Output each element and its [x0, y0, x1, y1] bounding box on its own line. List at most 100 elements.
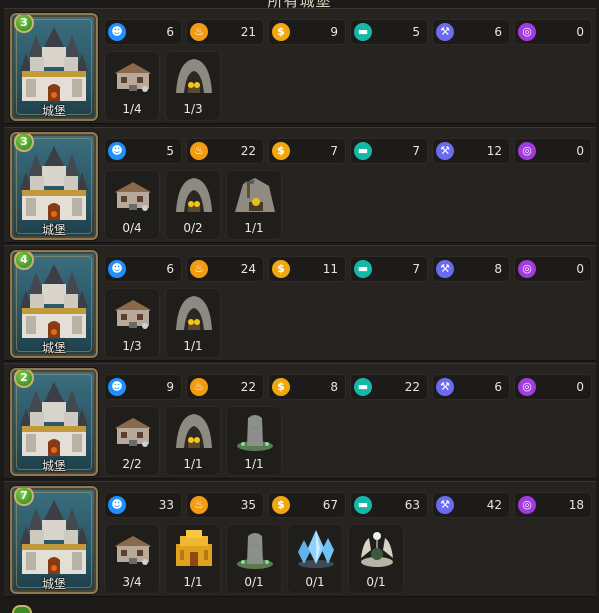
castle-row[interactable]: 3 城堡 ☻ 6 ♨ 21 $9 ▬ 5 ⚒ 6 ◎ 0 1/4 1/3 [4, 8, 596, 124]
resource-value: 7 [412, 262, 420, 276]
gold-icon: $ [272, 496, 290, 514]
building-monolith[interactable]: 1/1 [226, 406, 282, 476]
food-resource: ♨ 22 [186, 374, 264, 400]
building-crystal[interactable]: 0/1 [287, 524, 343, 594]
altar-icon [361, 532, 393, 567]
building-altar[interactable]: 0/1 [348, 524, 404, 594]
building-workshop[interactable]: 1/4 [104, 51, 160, 121]
castle-level-badge: 3 [14, 134, 34, 152]
mana-icon: ◎ [518, 378, 536, 396]
resource-value: 5 [412, 25, 420, 39]
power-resource: ⚒ 6 [432, 374, 510, 400]
resource-value: 11 [322, 262, 338, 276]
resource-value: 35 [240, 498, 256, 512]
gold-mine-icon [176, 296, 212, 330]
resource-value: 0 [576, 380, 584, 394]
resource-value: 22 [240, 144, 256, 158]
resource-value: 21 [240, 25, 256, 39]
resource-value: 6 [494, 25, 502, 39]
castle-row[interactable]: 2 城堡 ☻ 9 ♨ 22 $8 ▬ 22 ⚒ 6 ◎ 0 2/2 1/1 1/1 [4, 363, 596, 479]
building-count: 1/3 [122, 339, 142, 353]
stone-icon: ▬ [354, 23, 372, 41]
workshop-icon [115, 536, 151, 565]
resource-value: 63 [404, 498, 420, 512]
mana-resource: ◎ 0 [514, 138, 592, 164]
resource-bar: ☻ 6 ♨ 24 $11 ▬ 7 ⚒ 8 ◎ 0 [104, 256, 592, 282]
gold-icon: $ [272, 378, 290, 396]
header: 所有城堡 [0, 0, 599, 8]
stone-resource: ▬ 7 [350, 138, 428, 164]
stone-icon: ▬ [354, 142, 372, 160]
food-icon: ♨ [190, 142, 208, 160]
population-icon: ☻ [108, 23, 126, 41]
castle-portrait[interactable]: 2 城堡 [10, 368, 98, 476]
workshop-icon [115, 300, 151, 329]
castle-icon [20, 500, 88, 574]
building-gold-mine[interactable]: 1/1 [165, 406, 221, 476]
building-workshop[interactable]: 0/4 [104, 170, 160, 240]
resource-bar: ☻ 6 ♨ 21 $9 ▬ 5 ⚒ 6 ◎ 0 [104, 19, 592, 45]
castle-portrait[interactable]: 4 城堡 [10, 250, 98, 358]
castle-row[interactable]: 4 城堡 ☻ 6 ♨ 24 $11 ▬ 7 ⚒ 8 ◎ 0 1/3 1/1 [4, 245, 596, 361]
resource-bar: ☻ 9 ♨ 22 $8 ▬ 22 ⚒ 6 ◎ 0 [104, 374, 592, 400]
power-icon: ⚒ [436, 142, 454, 160]
building-count: 1/3 [183, 102, 203, 116]
resource-value: 8 [494, 262, 502, 276]
building-count: 3/4 [122, 575, 142, 589]
building-count: 2/2 [122, 457, 142, 471]
building-count: 1/1 [183, 457, 203, 471]
mana-icon: ◎ [518, 142, 536, 160]
castle-icon [20, 382, 88, 456]
mana-icon: ◎ [518, 496, 536, 514]
building-gold-mine[interactable]: 1/3 [165, 51, 221, 121]
gold-icon: $ [272, 142, 290, 160]
resource-value: 12 [486, 144, 502, 158]
castle-portrait[interactable]: 3 城堡 [10, 132, 98, 240]
gold-icon: $ [272, 23, 290, 41]
building-stone-mine[interactable]: 1/1 [226, 170, 282, 240]
stone-resource: ▬ 7 [350, 256, 428, 282]
monolith-icon [237, 533, 273, 569]
population-resource: ☻ 33 [104, 492, 182, 518]
castle-row[interactable]: 3 城堡 ☻ 5 ♨ 22 $7 ▬ 7 ⚒ 12 ◎ 0 0/4 0/2 1/1 [4, 127, 596, 243]
resource-value: 33 [158, 498, 174, 512]
castle-level-badge: 7 [14, 488, 34, 506]
gold-icon: $ [272, 260, 290, 278]
food-resource: ♨ 24 [186, 256, 264, 282]
power-resource: ⚒ 12 [432, 138, 510, 164]
building-count: 0/1 [244, 575, 264, 589]
population-resource: ☻ 6 [104, 256, 182, 282]
stone-mine-icon [235, 178, 275, 212]
building-workshop[interactable]: 1/3 [104, 288, 160, 358]
building-count: 0/1 [305, 575, 325, 589]
resource-value: 6 [166, 262, 174, 276]
building-workshop[interactable]: 3/4 [104, 524, 160, 594]
castle-portrait[interactable]: 3 城堡 [10, 13, 98, 121]
page-title: 所有城堡 [0, 0, 599, 8]
population-resource: ☻ 5 [104, 138, 182, 164]
population-resource: ☻ 9 [104, 374, 182, 400]
workshop-icon [115, 63, 151, 92]
gold-mine-icon [176, 178, 212, 212]
castle-name: 城堡 [41, 459, 66, 473]
golden-temple-icon [176, 530, 212, 566]
gold-resource: $7 [268, 138, 346, 164]
building-workshop[interactable]: 2/2 [104, 406, 160, 476]
resource-value: 9 [330, 25, 338, 39]
castle-row[interactable]: 7 城堡 ☻ 33 ♨ 35 $67 ▬ 63 ⚒ 42 ◎ 18 3/4 1/1 0/1 [4, 481, 596, 597]
castle-portrait[interactable]: 7 城堡 [10, 486, 98, 594]
crystal-icon [298, 530, 334, 568]
resource-value: 18 [568, 498, 584, 512]
building-golden-temple[interactable]: 1/1 [165, 524, 221, 594]
power-resource: ⚒ 42 [432, 492, 510, 518]
power-icon: ⚒ [436, 260, 454, 278]
castle-name: 城堡 [41, 341, 66, 355]
gold-resource: $67 [268, 492, 346, 518]
resource-value: 42 [486, 498, 502, 512]
building-monolith[interactable]: 0/1 [226, 524, 282, 594]
building-gold-mine[interactable]: 1/1 [165, 288, 221, 358]
castle-level-badge: 4 [14, 252, 34, 270]
building-gold-mine[interactable]: 0/2 [165, 170, 221, 240]
stone-icon: ▬ [354, 496, 372, 514]
resource-bar: ☻ 5 ♨ 22 $7 ▬ 7 ⚒ 12 ◎ 0 [104, 138, 592, 164]
